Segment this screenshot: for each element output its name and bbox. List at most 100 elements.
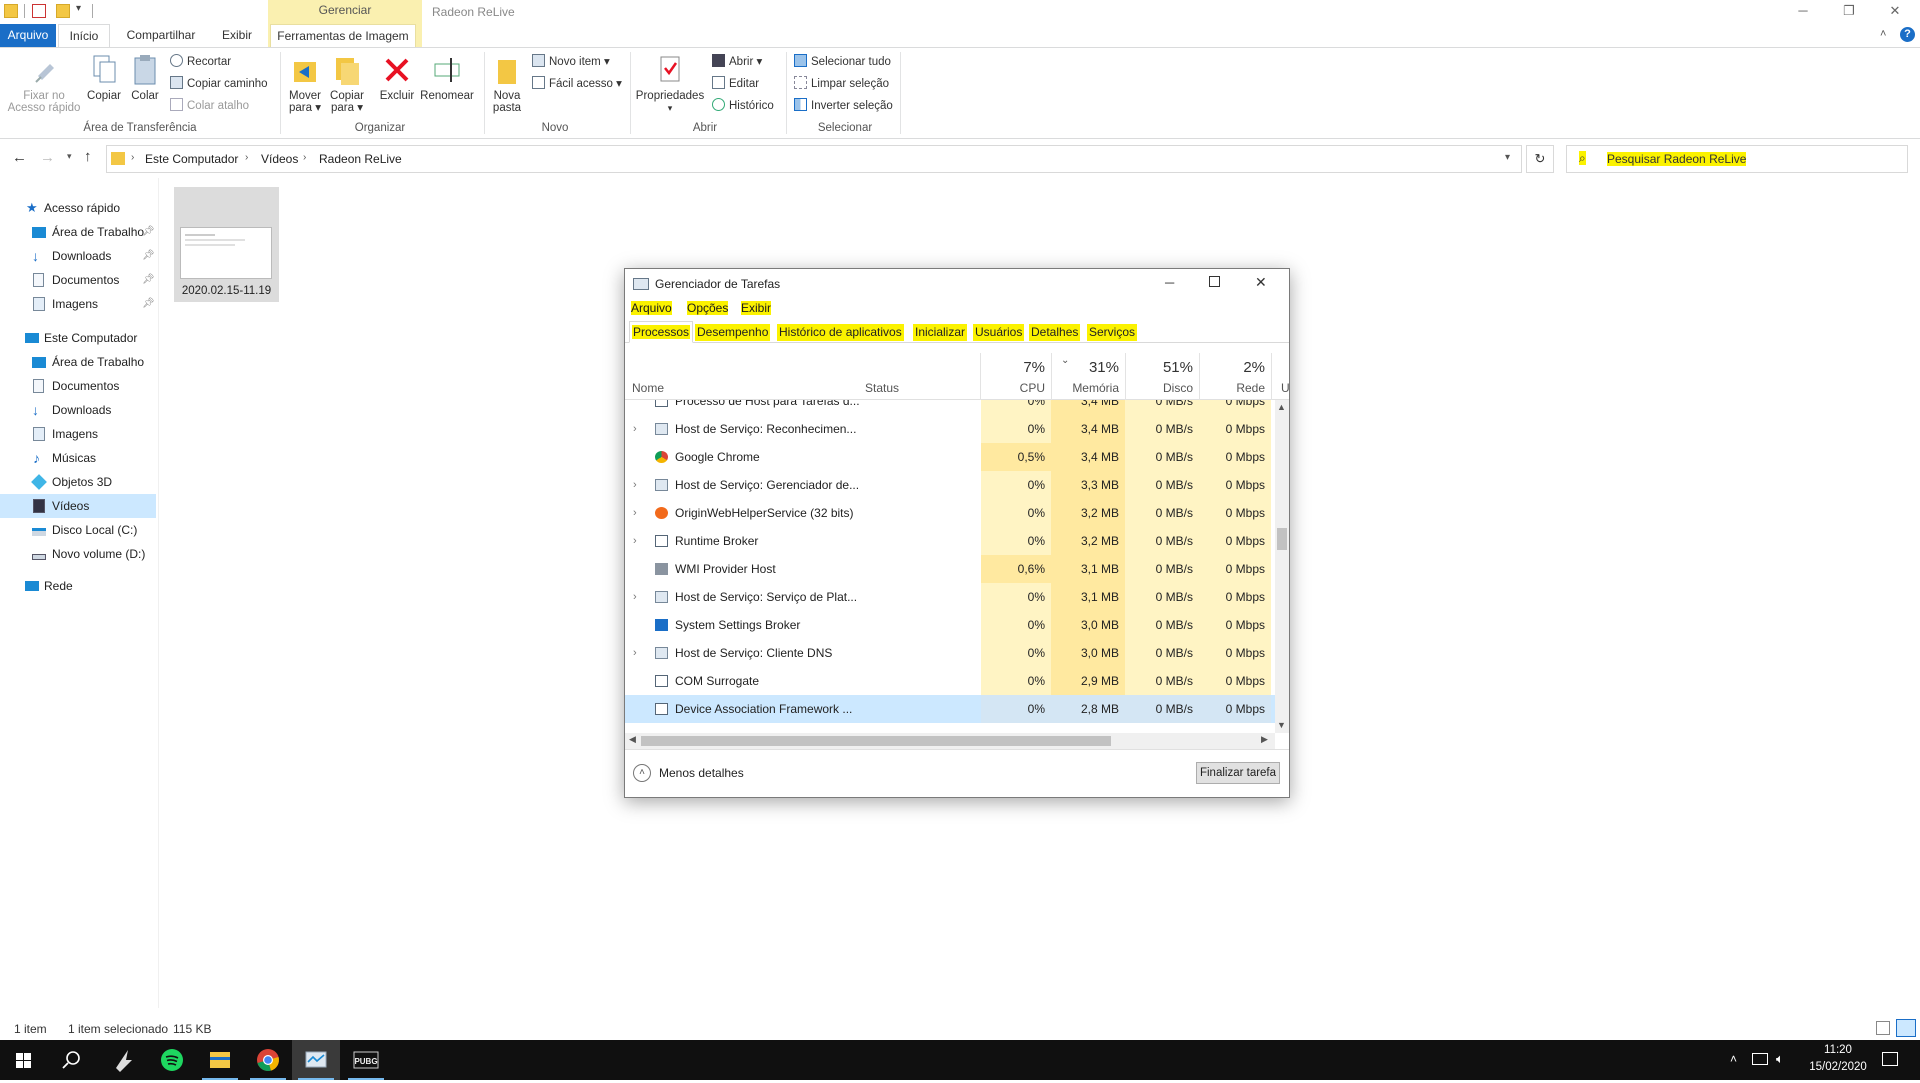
process-row[interactable]: WMI Provider Host 0,6% 3,1 MB 0 MB/s 0 Mbps: [625, 555, 1275, 583]
col-memoria[interactable]: Memória: [1051, 381, 1119, 395]
process-row[interactable]: Processo de Host para Tarefas d... 0% 3,4 …: [625, 400, 1275, 415]
expand-icon[interactable]: ›: [633, 415, 637, 443]
new-item-button[interactable]: Novo item ▾: [532, 53, 610, 71]
col-name[interactable]: Nome: [632, 381, 664, 395]
nav-network[interactable]: Rede: [0, 574, 156, 598]
tm-tab-detalhes[interactable]: Detalhes: [1029, 324, 1081, 341]
process-row[interactable]: › Host de Serviço: Cliente DNS 0% 3,0 MB 0 M…: [625, 639, 1275, 667]
paste-shortcut-button[interactable]: Colar atalho: [170, 97, 249, 115]
col-cpu[interactable]: CPU: [981, 381, 1045, 395]
breadcrumb-este-computador[interactable]: Este Computador: [145, 152, 238, 166]
process-row[interactable]: COM Surrogate 0% 2,9 MB 0 MB/s 0 Mbps: [625, 667, 1275, 695]
taskbar-app-relive[interactable]: [100, 1040, 148, 1080]
horizontal-scrollbar[interactable]: ◀ ▶: [625, 733, 1275, 749]
tm-menu-opcoes[interactable]: Opções: [687, 301, 729, 315]
tm-tab-desempenho[interactable]: Desempenho: [695, 324, 771, 341]
col-status[interactable]: Status: [865, 381, 899, 395]
process-row[interactable]: Google Chrome 0,5% 3,4 MB 0 MB/s 0 Mbps: [625, 443, 1275, 471]
notifications-icon[interactable]: [1882, 1052, 1898, 1066]
recent-locations-icon[interactable]: ▾: [67, 151, 72, 162]
open-button[interactable]: Abrir ▾: [712, 53, 762, 71]
tm-menu-exibir[interactable]: Exibir: [741, 301, 772, 315]
expand-icon[interactable]: ›: [633, 583, 637, 611]
col-more[interactable]: U: [1281, 381, 1291, 395]
tm-tab-historico[interactable]: Histórico de aplicativos: [777, 324, 904, 341]
expand-icon[interactable]: ›: [633, 639, 637, 667]
delete-button[interactable]: Excluir: [376, 54, 418, 102]
network-status-icon[interactable]: [1752, 1053, 1768, 1065]
col-disco[interactable]: Disco: [1125, 381, 1193, 395]
copy-path-button[interactable]: Copiar caminho: [170, 75, 268, 93]
taskbar-app-pubg[interactable]: PUBG: [342, 1040, 390, 1080]
chevron-down-icon[interactable]: ▾: [76, 3, 81, 14]
back-icon[interactable]: ←: [12, 149, 27, 166]
copy-button[interactable]: Copiar: [84, 54, 124, 102]
nav-item-objetos-3d[interactable]: Objetos 3D: [0, 470, 156, 494]
col-rede[interactable]: Rede: [1199, 381, 1265, 395]
vertical-scrollbar[interactable]: ▲ ▼: [1275, 400, 1289, 733]
expand-icon[interactable]: ›: [633, 499, 637, 527]
tab-exibir[interactable]: Exibir: [212, 24, 262, 47]
address-bar[interactable]: › Este Computador › Vídeos › Radeon ReLi…: [106, 145, 1522, 173]
search-input[interactable]: ⌕ Pesquisar Radeon ReLive: [1566, 145, 1908, 173]
process-row[interactable]: › Host de Serviço: Reconhecimen... 0% 3,4 M…: [625, 415, 1275, 443]
rename-button[interactable]: Renomear: [418, 54, 476, 102]
chevron-right-icon[interactable]: ›: [303, 152, 306, 163]
properties-icon[interactable]: [32, 4, 46, 18]
history-button[interactable]: Histórico: [712, 97, 774, 115]
taskbar-app-explorer[interactable]: [196, 1040, 244, 1080]
pin-icon[interactable]: 📌︎: [142, 268, 155, 292]
breadcrumb-videos[interactable]: Vídeos: [261, 152, 298, 166]
properties-button[interactable]: Propriedades ▾: [634, 54, 706, 114]
nav-item-documentos[interactable]: Documentos: [0, 374, 156, 398]
scroll-down-icon[interactable]: ▼: [1277, 720, 1286, 730]
process-row[interactable]: System Settings Broker 0% 3,0 MB 0 MB/s 0 Mb…: [625, 611, 1275, 639]
tm-menu-arquivo[interactable]: Arquivo: [631, 301, 672, 315]
details-view-icon[interactable]: [1876, 1021, 1890, 1035]
taskbar-app-chrome[interactable]: [244, 1040, 292, 1080]
tm-maximize-button[interactable]: [1209, 276, 1220, 287]
clock-time[interactable]: 11:20: [1798, 1044, 1878, 1056]
copy-to-button[interactable]: Copiar para ▾: [326, 54, 368, 114]
cut-button[interactable]: Recortar: [170, 53, 231, 71]
vertical-scroll-thumb[interactable]: [1277, 528, 1287, 550]
expand-icon[interactable]: ›: [633, 527, 637, 555]
refresh-button[interactable]: ↻: [1526, 145, 1554, 173]
chevron-down-icon[interactable]: ▾: [1505, 152, 1510, 163]
taskbar-app-spotify[interactable]: [148, 1040, 196, 1080]
process-row[interactable]: Device Association Framework ... 0% 2,8 MB…: [625, 695, 1275, 723]
nav-item-imagens-pinned[interactable]: Imagens 📌︎: [0, 292, 156, 316]
new-folder-icon[interactable]: [56, 4, 70, 18]
invert-selection-button[interactable]: Inverter seleção: [794, 97, 893, 115]
nav-item-downloads-pinned[interactable]: ↓ Downloads 📌︎: [0, 244, 156, 268]
nav-item-novo-volume-d[interactable]: Novo volume (D:): [0, 542, 156, 566]
paste-button[interactable]: Colar: [126, 54, 164, 102]
tab-ferramentas-imagem[interactable]: Ferramentas de Imagem: [270, 24, 416, 47]
chevron-right-icon[interactable]: ›: [245, 152, 248, 163]
start-button[interactable]: [0, 1040, 48, 1080]
scroll-right-icon[interactable]: ▶: [1261, 734, 1268, 745]
breadcrumb-radeon-relive[interactable]: Radeon ReLive: [319, 152, 402, 166]
restore-button[interactable]: ❐: [1826, 0, 1872, 22]
forward-icon[interactable]: →: [40, 149, 55, 166]
chevron-right-icon[interactable]: ›: [131, 152, 134, 163]
tm-close-button[interactable]: ✕: [1255, 274, 1267, 291]
nav-this-pc[interactable]: Este Computador: [0, 326, 156, 350]
file-item[interactable]: 2020.02.15-11.19: [174, 187, 279, 302]
tm-tab-inicializar[interactable]: Inicializar: [913, 324, 968, 341]
nav-item-documentos-pinned[interactable]: Documentos 📌︎: [0, 268, 156, 292]
process-row[interactable]: › Host de Serviço: Gerenciador de... 0% 3,3…: [625, 471, 1275, 499]
search-button[interactable]: [48, 1040, 96, 1080]
move-to-button[interactable]: Mover para ▾: [284, 54, 326, 114]
tab-inicio[interactable]: Início: [58, 24, 110, 47]
nav-item-imagens[interactable]: Imagens: [0, 422, 156, 446]
process-row[interactable]: › Runtime Broker 0% 3,2 MB 0 MB/s 0 Mbps: [625, 527, 1275, 555]
clear-selection-button[interactable]: Limpar seleção: [794, 75, 889, 93]
volume-icon[interactable]: 🔈︎: [1776, 1051, 1784, 1067]
collapse-ribbon-icon[interactable]: ˄: [1880, 28, 1886, 40]
nav-item-area-de-trabalho[interactable]: Área de Trabalho: [0, 350, 156, 374]
nav-item-downloads[interactable]: ↓ Downloads: [0, 398, 156, 422]
process-row[interactable]: › Host de Serviço: Serviço de Plat... 0% 3,…: [625, 583, 1275, 611]
minimize-button[interactable]: ─: [1780, 0, 1826, 22]
collapse-icon[interactable]: ˄: [633, 764, 651, 782]
